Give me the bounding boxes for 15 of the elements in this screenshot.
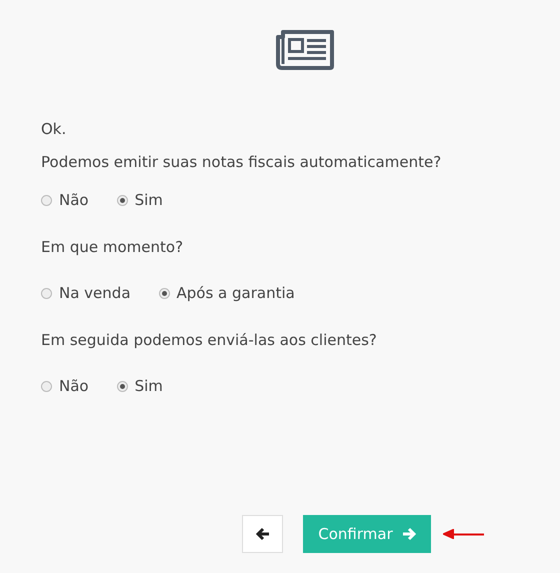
intro-text: Ok. <box>41 119 68 139</box>
question-text: Podemos emitir suas notas fiscais automaticamente? <box>41 152 442 172</box>
radio-option[interactable]: Na venda <box>41 283 131 303</box>
radio-option[interactable]: Sim <box>116 376 163 396</box>
newspaper-icon <box>276 28 334 70</box>
annotation-arrow <box>443 529 485 539</box>
radio-option[interactable]: Não <box>41 376 89 396</box>
radio-option[interactable]: Sim <box>116 190 163 210</box>
back-button[interactable] <box>242 515 283 553</box>
arrow-left-icon <box>256 527 270 541</box>
radio-option[interactable]: Após a garantia <box>158 283 295 303</box>
question-text: Em seguida podemos enviá-las aos clientes? <box>41 330 378 350</box>
radio-option[interactable]: Não <box>41 190 89 210</box>
question-text: Em que momento? <box>41 237 184 257</box>
arrow-right-icon <box>402 527 416 541</box>
